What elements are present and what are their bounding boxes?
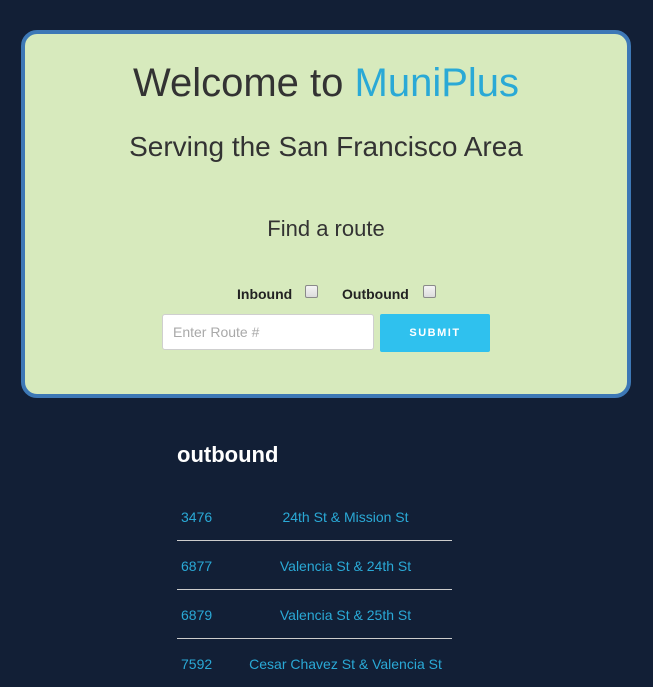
welcome-heading: Welcome to MuniPlus <box>25 60 627 106</box>
outbound-checkbox[interactable] <box>423 285 436 298</box>
inbound-checkbox[interactable] <box>305 285 318 298</box>
brand-name: MuniPlus <box>354 61 520 105</box>
subtitle: Serving the San Francisco Area <box>129 131 523 162</box>
stop-name-link[interactable]: 24th St & Mission St <box>237 509 454 525</box>
stop-list: 3476 24th St & Mission St 6877 Valencia … <box>177 492 452 687</box>
stop-row[interactable]: 3476 24th St & Mission St <box>177 492 452 541</box>
direction-options: Inbound Outbound <box>25 285 627 305</box>
stop-name-link[interactable]: Cesar Chavez St & Valencia St <box>237 656 454 672</box>
find-route-heading: Find a route <box>267 216 385 241</box>
stop-name-link[interactable]: Valencia St & 25th St <box>237 607 454 623</box>
inbound-label: Inbound <box>237 286 293 302</box>
welcome-prefix: Welcome to <box>132 61 344 105</box>
submit-button[interactable]: SUBMIT <box>380 314 490 352</box>
route-number-input[interactable] <box>162 314 374 350</box>
stop-name-link[interactable]: Valencia St & 24th St <box>237 558 454 574</box>
outbound-label: Outbound <box>342 286 409 302</box>
stop-id-link[interactable]: 3476 <box>181 509 212 525</box>
stop-id-link[interactable]: 6877 <box>181 558 212 574</box>
stop-row[interactable]: 7592 Cesar Chavez St & Valencia St <box>177 639 452 687</box>
stop-row[interactable]: 6877 Valencia St & 24th St <box>177 541 452 590</box>
results-direction-title: outbound <box>177 442 279 467</box>
stop-row[interactable]: 6879 Valencia St & 25th St <box>177 590 452 639</box>
stop-id-link[interactable]: 6879 <box>181 607 212 623</box>
results-section: outbound 3476 24th St & Mission St 6877 … <box>177 440 452 672</box>
stop-id-link[interactable]: 7592 <box>181 656 212 672</box>
hero-panel: Welcome to MuniPlus Serving the San Fran… <box>21 30 631 398</box>
